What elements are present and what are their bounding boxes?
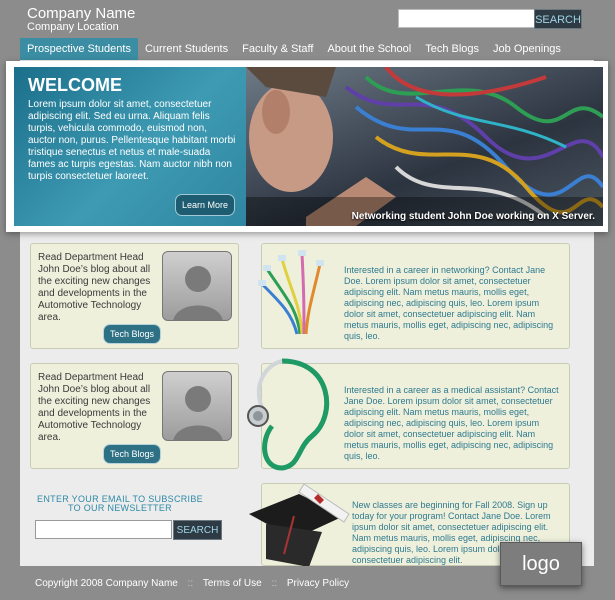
- info-card-text: Interested in a career as a medical assi…: [344, 385, 559, 461]
- nav-item-about-school[interactable]: About the School: [320, 38, 418, 60]
- newsletter-signup: ENTER YOUR EMAIL TO SUBSCRIBE TO OUR NEW…: [35, 494, 222, 540]
- network-cables-icon: [258, 250, 324, 335]
- main-nav: Prospective Students Current Students Fa…: [20, 38, 594, 60]
- newsletter-heading: ENTER YOUR EMAIL TO SUBSCRIBE TO OUR NEW…: [37, 494, 203, 513]
- hero-caption: Networking student John Doe working on X…: [351, 211, 595, 222]
- company-location: Company Location: [27, 21, 119, 33]
- email-field[interactable]: [35, 520, 172, 539]
- hero-text-panel: WELCOME Lorem ipsum dolor sit amet, cons…: [14, 67, 246, 226]
- tech-blogs-button[interactable]: Tech Blogs: [103, 444, 161, 464]
- footer-links: Copyright 2008 Company Name :: Terms of …: [35, 578, 349, 589]
- privacy-link[interactable]: Privacy Policy: [287, 578, 349, 589]
- search-button[interactable]: SEARCH: [534, 9, 582, 29]
- hero-title: WELCOME: [28, 75, 122, 95]
- newsletter-search-button[interactable]: SEARCH: [173, 520, 222, 540]
- person-silhouette-icon: [173, 386, 223, 440]
- footer-separator: ::: [187, 578, 194, 589]
- tech-blogs-button[interactable]: Tech Blogs: [103, 324, 161, 344]
- logo[interactable]: logo: [500, 542, 582, 586]
- nav-item-prospective-students[interactable]: Prospective Students: [20, 38, 138, 60]
- info-card-medical: Interested in a career as a medical assi…: [247, 358, 570, 471]
- blog-card: Read Department Head John Doe’s blog abo…: [30, 363, 239, 469]
- header-search: SEARCH: [398, 9, 584, 29]
- nav-item-job-openings[interactable]: Job Openings: [486, 38, 568, 60]
- hero-banner: WELCOME Lorem ipsum dolor sit amet, cons…: [6, 61, 608, 232]
- nav-item-tech-blogs[interactable]: Tech Blogs: [418, 38, 486, 60]
- nav-item-current-students[interactable]: Current Students: [138, 38, 235, 60]
- hero-photo: Networking student John Doe working on X…: [246, 67, 603, 226]
- graduation-cap-icon: [249, 484, 350, 567]
- terms-link[interactable]: Terms of Use: [203, 578, 262, 589]
- info-card-text: Interested in a career in networking? Co…: [344, 265, 554, 341]
- brand[interactable]: Company Name Company Location: [27, 6, 135, 33]
- company-name: Company Name: [27, 5, 136, 22]
- server-cables-image: [246, 67, 603, 226]
- learn-more-button[interactable]: Learn More: [175, 194, 235, 216]
- info-card-networking: Interested in a career in networking? Co…: [258, 243, 570, 349]
- footer-separator: ::: [271, 578, 278, 589]
- site-header: Company Name Company Location SEARCH: [0, 0, 615, 38]
- person-silhouette-icon: [173, 266, 223, 320]
- avatar: [162, 371, 232, 441]
- stethoscope-icon: [247, 358, 330, 471]
- nav-item-faculty-staff[interactable]: Faculty & Staff: [235, 38, 320, 60]
- hero-body: Lorem ipsum dolor sit amet, consectetuer…: [28, 99, 236, 182]
- blog-card-text: Read Department Head John Doe’s blog abo…: [38, 372, 151, 443]
- avatar: [162, 251, 232, 321]
- blog-card-text: Read Department Head John Doe’s blog abo…: [38, 252, 151, 323]
- search-input[interactable]: [398, 9, 535, 28]
- blog-card: Read Department Head John Doe’s blog abo…: [30, 243, 239, 349]
- copyright-text: Copyright 2008 Company Name: [35, 578, 178, 589]
